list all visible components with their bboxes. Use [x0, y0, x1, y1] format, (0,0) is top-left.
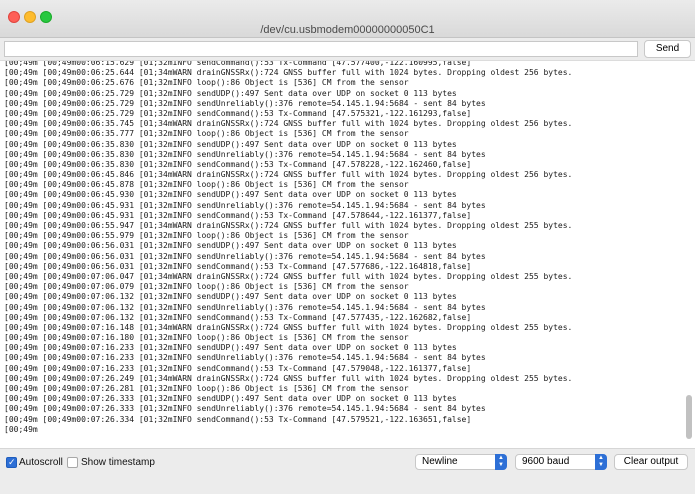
log-line: [00;49m [00;49m00:06:45.878 [01;32mINFO … [4, 180, 409, 190]
status-bar: ✓ Autoscroll Show timestamp Newline ▲ ▼ 9… [0, 448, 695, 494]
log-line: [00;49m [00;49m00:07:16.233 [01;32mINFO … [4, 343, 457, 353]
log-line: [00;49m [00;49m00:07:26.333 [01;32mINFO … [4, 394, 457, 404]
baud-rate-select[interactable]: 9600 baud ▲ ▼ [515, 454, 607, 470]
line-ending-value: Newline [422, 456, 458, 467]
minimize-window-button[interactable] [24, 11, 36, 23]
show-timestamp-checkbox[interactable] [67, 457, 78, 468]
line-ending-select[interactable]: Newline ▲ ▼ [415, 454, 507, 470]
log-line: [00;49m [00;49m00:06:25.644 [01;34mWARN … [4, 68, 573, 78]
log-line: [00;49m [00;49m00:07:16.148 [01;34mWARN … [4, 322, 573, 332]
log-line: [00;49m [00;49m00:07:06.047 [01;34mWARN … [4, 271, 573, 281]
log-line: [00;49m [00;49m00:06:25.729 [01;32mINFO … [4, 88, 457, 98]
log-line: [00;49m [00;49m00:07:26.249 [01;34mWARN … [4, 373, 573, 383]
autoscroll-label[interactable]: Autoscroll [19, 456, 63, 469]
log-line: [00;49m [00;49m00:06:35.830 [01;32mINFO … [4, 159, 472, 169]
log-line: [00;49m [00;49m00:06:55.979 [01;32mINFO … [4, 231, 409, 241]
close-window-button[interactable] [8, 11, 20, 23]
log-line: [00;49m [00;49m00:07:26.281 [01;32mINFO … [4, 384, 409, 393]
log-line: [00;49m [00;49m00:07:06.132 [01;32mINFO … [4, 302, 486, 312]
window-title: /dev/cu.usbmodem00000000050C1 [260, 24, 435, 36]
log-line: [00;49m [00;49m00:06:25.676 [01;32mINFO … [4, 78, 409, 88]
up-down-arrows-icon: ▲ ▼ [495, 454, 507, 470]
log-line: [00;49m [00;49m00:06:35.830 [01;32mINFO … [4, 149, 486, 159]
send-button[interactable]: Send [644, 40, 691, 58]
baud-rate-value: 9600 baud [522, 456, 570, 467]
log-line: [00;49m [00;49m00:07:16.233 [01;32mINFO … [4, 363, 472, 373]
title-bar: /dev/cu.usbmodem00000000050C1 [0, 0, 695, 38]
vertical-scrollbar[interactable] [684, 61, 694, 441]
maximize-window-button[interactable] [40, 11, 52, 23]
log-line: [00;49m [00;49m00:06:35.830 [01;32mINFO … [4, 139, 457, 149]
log-line: [00;49m [00;49m00:06:25.729 [01;32mINFO … [4, 108, 472, 118]
log-line: [00;49m [00;49m00:06:55.947 [01;34mWARN … [4, 221, 573, 230]
log-line: [00;49m [00;49m00:07:06.132 [01;32mINFO … [4, 312, 472, 322]
log-line: [00;49m [00;49m00:06:35.777 [01;32mINFO … [4, 129, 409, 139]
checkmark-icon: ✓ [8, 457, 16, 467]
serial-output[interactable]: [00;49m [00;49m00:06:15.629 [01;32mINFO … [0, 60, 695, 441]
log-line: [00;49m [00;49m00:06:56.031 [01;32mINFO … [4, 261, 472, 271]
log-line: [00;49m [00;49m00:07:06.079 [01;32mINFO … [4, 282, 409, 292]
log-line: [00;49m [00;49m00:07:16.233 [01;32mINFO … [4, 353, 486, 363]
up-down-arrows-icon: ▲ ▼ [595, 454, 607, 470]
log-line: [00;49m [00;49m00:06:45.846 [01;34mWARN … [4, 170, 573, 180]
log-line: [00;49m [00;49m00:06:45.931 [01;32mINFO … [4, 210, 472, 220]
log-line: [00;49m [00;49m00:07:16.180 [01;32mINFO … [4, 333, 409, 343]
autoscroll-checkbox[interactable]: ✓ [6, 457, 17, 468]
log-line: [00;49m [00;49m00:06:15.629 [01;32mINFO … [4, 60, 472, 67]
show-timestamp-label[interactable]: Show timestamp [81, 456, 155, 469]
log-lines: [00;49m [00;49m00:06:15.629 [01;32mINFO … [4, 60, 679, 435]
log-line: [00;49m [00;49m00:06:45.930 [01;32mINFO … [4, 190, 457, 200]
send-bar: Send [0, 38, 695, 60]
log-line: [00;49m [00;49m00:06:35.745 [01;34mWARN … [4, 119, 573, 129]
vertical-scroll-thumb[interactable] [686, 395, 692, 439]
clear-output-button[interactable]: Clear output [614, 454, 688, 470]
send-input[interactable] [4, 41, 638, 57]
log-line: [00;49m [00;49m00:07:26.334 [01;32mINFO … [4, 414, 472, 424]
log-line: [00;49m [00;49m00:07:06.132 [01;32mINFO … [4, 292, 457, 302]
log-line: [00;49m [00;49m00:06:25.729 [01;32mINFO … [4, 98, 486, 108]
log-line: [00;49m [00;49m00:06:56.031 [01;32mINFO … [4, 241, 457, 251]
log-line: [00;49m [00;49m00:06:56.031 [01;32mINFO … [4, 251, 486, 261]
log-line: [00;49m [00;49m00:07:26.333 [01;32mINFO … [4, 404, 486, 414]
log-line: [00;49m [4, 424, 38, 434]
log-line: [00;49m [00;49m00:06:45.931 [01;32mINFO … [4, 200, 486, 210]
